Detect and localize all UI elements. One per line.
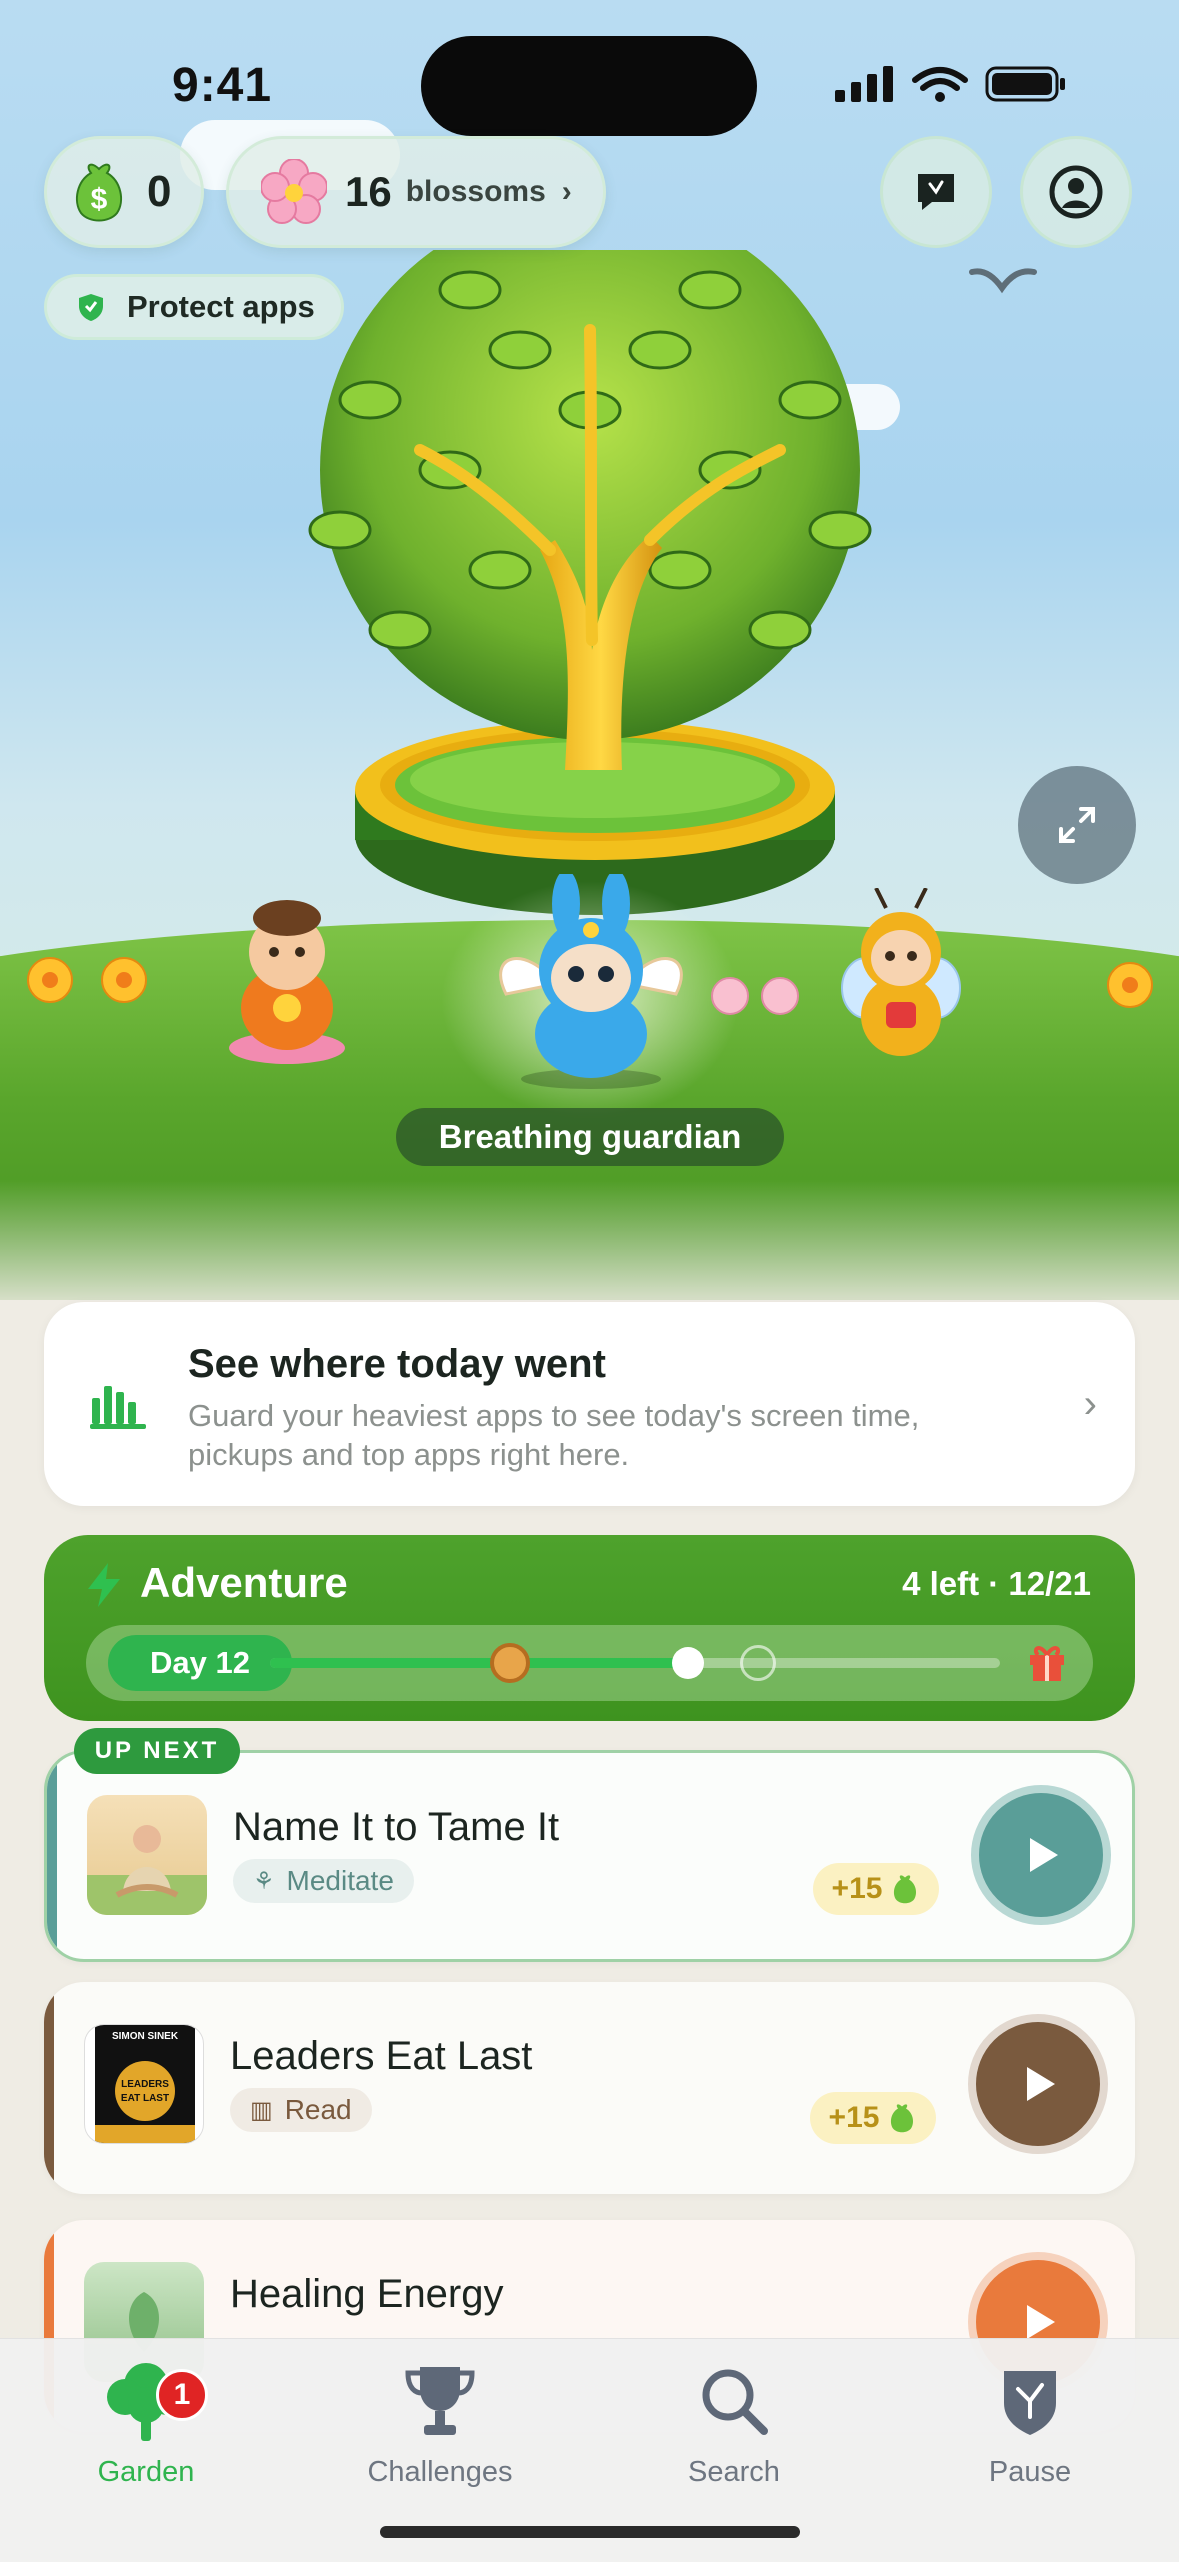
- status-time: 9:41: [172, 59, 273, 112]
- screen-time-card[interactable]: See where today went Guard your heaviest…: [44, 1302, 1135, 1506]
- lesson-tag-label: Read: [284, 2094, 352, 2125]
- bee-character: [841, 888, 961, 1056]
- shield-icon: [79, 294, 103, 321]
- play-icon: [1027, 2067, 1055, 2101]
- play-icon: [1030, 1838, 1058, 1872]
- adventure-card[interactable]: Adventure 4 left · 12/21 Day 12: [44, 1535, 1135, 1721]
- cellular-signal-icon: [835, 66, 893, 102]
- book-author: SIMON SINEK: [112, 2031, 179, 2042]
- day-badge: Day 12: [108, 1635, 292, 1691]
- reward-amount: +15: [828, 2101, 880, 2134]
- bird-icon: [969, 268, 1037, 294]
- coin-bag-icon: [894, 1875, 917, 1904]
- blossoms-label: blossoms: [405, 175, 546, 208]
- book-cover-thumbnail: SIMON SINEK LEADERS EAT LAST: [84, 2024, 204, 2144]
- tab-label: Pause: [988, 2456, 1072, 2488]
- coin-bag-icon: [891, 2104, 914, 2133]
- meditating-character: [229, 900, 345, 1064]
- protect-apps-label: Protect apps: [127, 289, 315, 324]
- flowers-right: [1107, 962, 1153, 1008]
- tab-challenges[interactable]: Challenges: [320, 2359, 560, 2489]
- lesson-accent: [47, 1753, 57, 1959]
- protect-apps-button[interactable]: Protect apps: [44, 274, 344, 340]
- pink-flowers: [711, 977, 799, 1015]
- expand-button[interactable]: [1018, 766, 1136, 884]
- lesson-accent: [44, 1982, 54, 2194]
- meditate-icon: ⚘: [253, 1867, 275, 1895]
- profile-icon: [1049, 165, 1103, 219]
- notification-badge: 1: [156, 2369, 208, 2421]
- flowers-left: [27, 957, 147, 1003]
- reward-badge: +15: [813, 1863, 939, 1915]
- wifi-icon: [912, 67, 968, 91]
- play-button[interactable]: [971, 1785, 1111, 1925]
- adventure-title: Adventure: [140, 1559, 348, 1606]
- play-button[interactable]: [968, 2014, 1108, 2154]
- chat-feedback-icon: [918, 174, 954, 210]
- coins-chip[interactable]: $ 0: [44, 136, 204, 248]
- lesson-title: Name It to Tame It: [233, 1805, 560, 1849]
- trophy-icon: [405, 2367, 475, 2435]
- tree-illustration: [308, 250, 872, 915]
- svg-text:$: $: [91, 183, 108, 216]
- bar-chart-icon: [90, 1386, 146, 1429]
- status-icons: [835, 66, 1065, 102]
- meditate-thumbnail: [87, 1795, 207, 1915]
- search-icon: [702, 2369, 768, 2435]
- coin-bag-icon: $: [75, 163, 123, 222]
- lesson-card[interactable]: SIMON SINEK LEADERS EAT LAST Leaders Eat…: [44, 1982, 1135, 2194]
- blossom-icon: [261, 159, 327, 224]
- profile-button[interactable]: [1020, 136, 1132, 248]
- scene-fade: [0, 1180, 1179, 1300]
- lesson-tag-label: Meditate: [286, 1865, 394, 1896]
- lesson-title: Leaders Eat Last: [230, 2034, 533, 2078]
- reward-badge: +15: [810, 2092, 936, 2144]
- reward-amount: +15: [831, 1872, 883, 1905]
- chevron-right-icon: ›: [1083, 1382, 1097, 1426]
- tab-pause[interactable]: Pause: [910, 2359, 1150, 2489]
- tab-label: Garden: [97, 2456, 195, 2488]
- shield-pause-icon: [1004, 2371, 1056, 2435]
- lesson-tag: ⚘ Meditate: [233, 1859, 414, 1903]
- gift-icon: [1030, 1646, 1064, 1681]
- lesson-card[interactable]: Name It to Tame It ⚘ Meditate +15: [44, 1750, 1135, 1962]
- blossoms-chip[interactable]: 16 blossoms ›: [226, 136, 606, 248]
- reward-milestone-icon: [490, 1643, 530, 1683]
- expand-icon: [1059, 807, 1095, 843]
- adventure-meta: 4 left · 12/21: [902, 1565, 1091, 1602]
- blossoms-count: 16: [345, 168, 392, 215]
- battery-icon: [985, 66, 1065, 102]
- coins-count: 0: [147, 167, 172, 216]
- bunny-guardian: [499, 874, 683, 1089]
- tab-label: Search: [688, 2456, 780, 2488]
- screen-time-subtitle: Guard your heaviest apps to see today's …: [188, 1398, 920, 1472]
- feedback-button[interactable]: [880, 136, 992, 248]
- tab-search[interactable]: Search: [614, 2359, 854, 2489]
- chevron-right-icon: ›: [561, 175, 572, 208]
- book-icon: ▥: [250, 2096, 273, 2124]
- next-milestone: [740, 1645, 776, 1681]
- screen-time-title: See where today went: [188, 1342, 606, 1386]
- progress-marker: [672, 1647, 704, 1679]
- up-next-badge: UP NEXT: [74, 1728, 240, 1774]
- home-indicator: [380, 2526, 800, 2538]
- tab-garden[interactable]: 1 Garden: [26, 2359, 266, 2489]
- lightning-icon: [88, 1563, 120, 1607]
- book-title-2: EAT LAST: [121, 2093, 169, 2104]
- guardian-label: Breathing guardian: [396, 1108, 784, 1166]
- lesson-tag: ▥ Read: [230, 2088, 372, 2132]
- dynamic-island: [421, 36, 757, 136]
- lesson-title: Healing Energy: [230, 2272, 504, 2316]
- progress-fill: [270, 1658, 686, 1668]
- tab-label: Challenges: [367, 2456, 513, 2488]
- book-title-1: LEADERS: [121, 2079, 169, 2090]
